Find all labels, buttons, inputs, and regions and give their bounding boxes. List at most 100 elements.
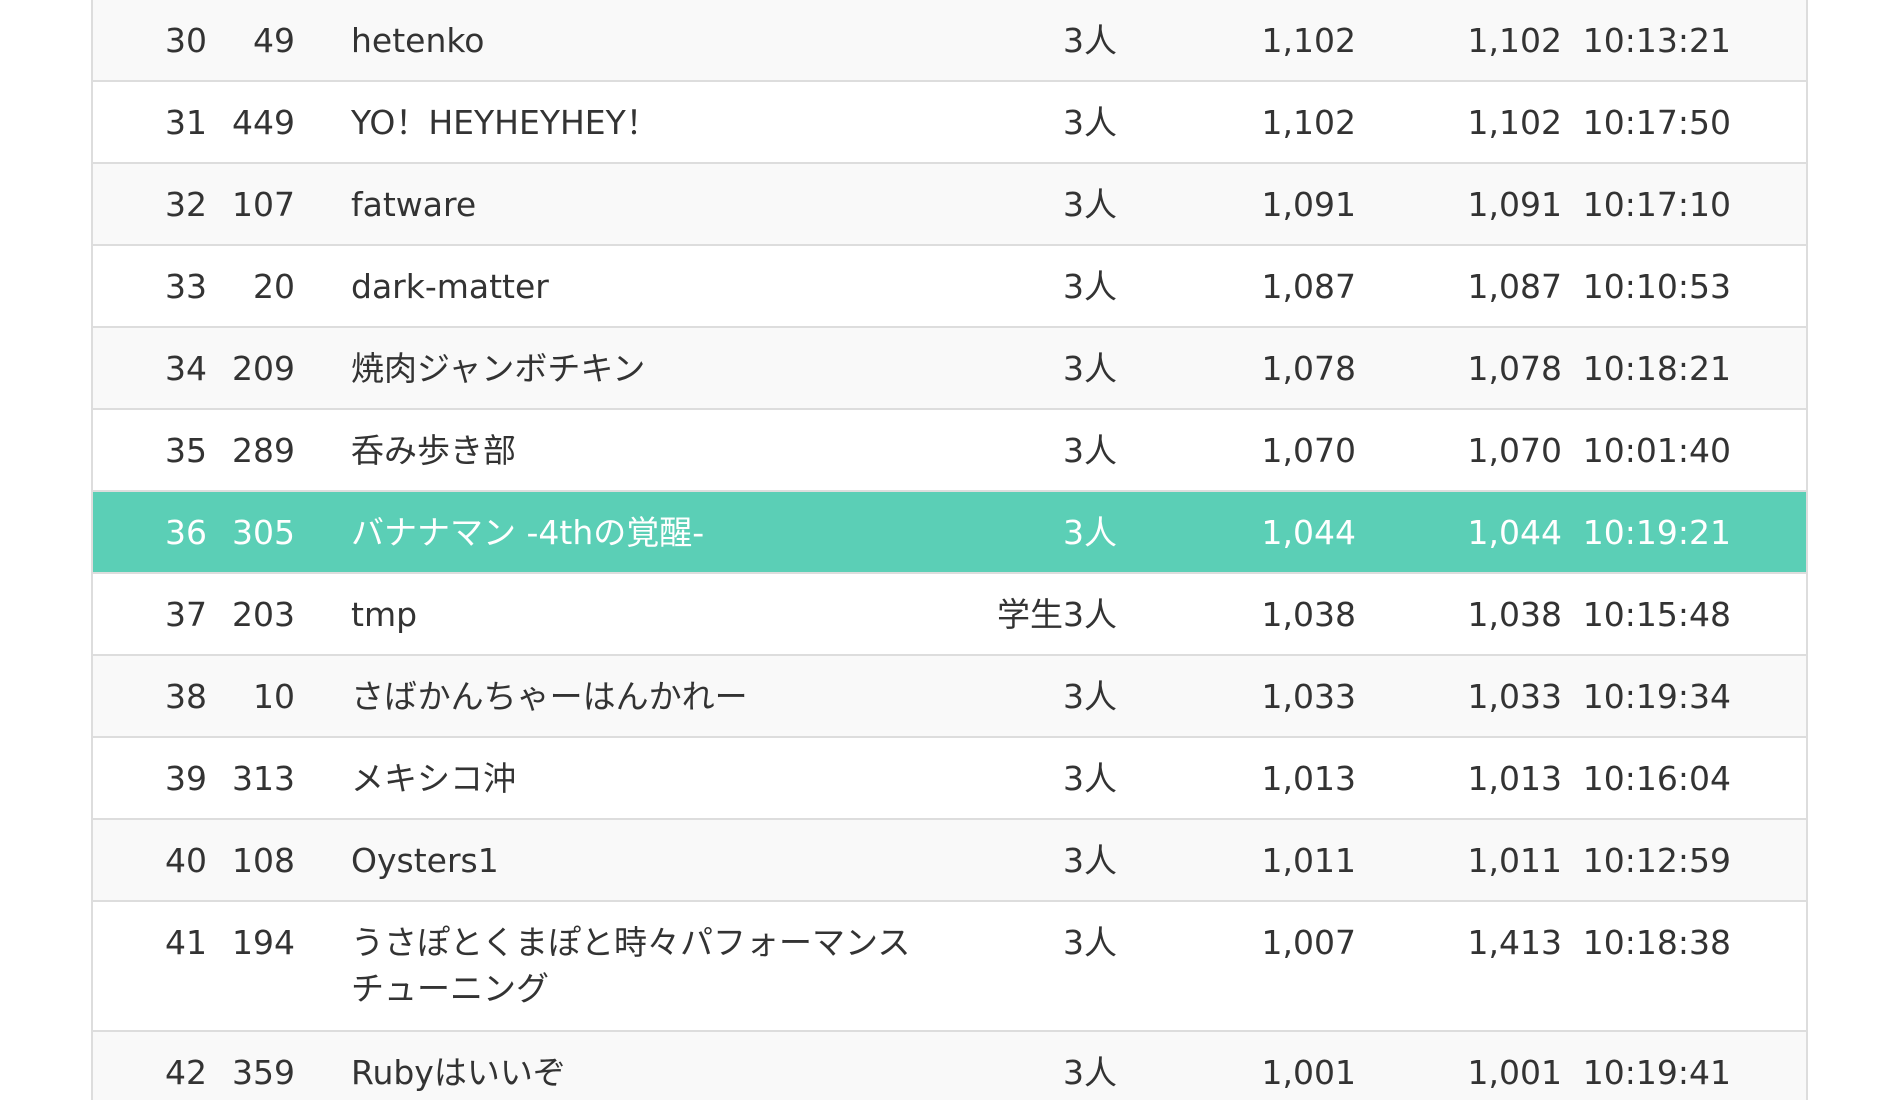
rank-cell: 33 [165,267,207,306]
team-name-cell: tmp [351,595,418,634]
best-score-cell: 1,102 [1467,103,1562,142]
team-id-cell: 108 [232,841,295,880]
time-cell: 10:18:38 [1582,923,1731,962]
members-cell: 3人 [1063,21,1117,60]
team-id-cell: 449 [232,103,295,142]
rank-cell: 41 [165,923,207,962]
best-score-cell: 1,091 [1467,185,1562,224]
team-name-cell: うさぽとくまぽと時々パフォーマンスチューニング [351,923,911,1008]
score-cell: 1,044 [1261,513,1356,552]
time-cell: 10:19:41 [1582,1053,1731,1092]
members-cell: 3人 [1063,185,1117,224]
team-id-cell: 305 [232,513,295,552]
score-cell: 1,011 [1261,841,1356,880]
team-name-cell: 呑み歩き部 [351,431,516,470]
team-id-cell: 49 [253,21,295,60]
best-score-cell: 1,013 [1467,759,1562,798]
score-cell: 1,087 [1261,267,1356,306]
table-row: 34 209 焼肉ジャンボチキン 3人 1,078 1,078 10:18:21 [93,328,1806,410]
team-id-cell: 20 [253,267,295,306]
time-cell: 10:19:34 [1582,677,1731,716]
score-cell: 1,038 [1261,595,1356,634]
score-cell: 1,001 [1261,1053,1356,1092]
best-score-cell: 1,413 [1467,923,1562,962]
team-name-cell: Oysters1 [351,841,499,880]
members-cell: 3人 [1063,677,1117,716]
team-id-cell: 289 [232,431,295,470]
members-cell: 3人 [1063,923,1117,962]
time-cell: 10:17:10 [1582,185,1731,224]
time-cell: 10:15:48 [1582,595,1731,634]
table-row: 42 359 Rubyはいいぞ 3人 1,001 1,001 10:19:41 [93,1032,1806,1100]
table-row: 32 107 fatware 3人 1,091 1,091 10:17:10 [93,164,1806,246]
best-score-cell: 1,102 [1467,21,1562,60]
table-row: 37 203 tmp 学生3人 1,038 1,038 10:15:48 [93,574,1806,656]
table-row: 39 313 メキシコ沖 3人 1,013 1,013 10:16:04 [93,738,1806,820]
best-score-cell: 1,070 [1467,431,1562,470]
team-name-cell: fatware [351,185,477,224]
score-cell: 1,078 [1261,349,1356,388]
table-row: 35 289 呑み歩き部 3人 1,070 1,070 10:01:40 [93,410,1806,492]
members-cell: 3人 [1063,513,1117,552]
team-id-cell: 209 [232,349,295,388]
table-row: 40 108 Oysters1 3人 1,011 1,011 10:12:59 [93,820,1806,902]
rank-cell: 30 [165,21,207,60]
team-name-cell: バナナマン -4thの覚醒- [351,513,705,552]
best-score-cell: 1,078 [1467,349,1562,388]
time-cell: 10:17:50 [1582,103,1731,142]
rank-cell: 38 [165,677,207,716]
score-cell: 1,070 [1261,431,1356,470]
rank-cell: 31 [165,103,207,142]
rank-cell: 32 [165,185,207,224]
table-row: 38 10 さばかんちゃーはんかれー 3人 1,033 1,033 10:19:… [93,656,1806,738]
rank-cell: 36 [165,513,207,552]
time-cell: 10:13:21 [1582,21,1731,60]
score-cell: 1,102 [1261,103,1356,142]
team-id-cell: 313 [232,759,295,798]
time-cell: 10:16:04 [1582,759,1731,798]
score-cell: 1,007 [1261,923,1356,962]
time-cell: 10:10:53 [1582,267,1731,306]
time-cell: 10:01:40 [1582,431,1731,470]
team-name-cell: 焼肉ジャンボチキン [351,349,646,388]
members-cell: 学生3人 [997,595,1117,634]
team-name-cell: メキシコ沖 [351,759,516,798]
team-name-cell: Rubyはいいぞ [351,1053,566,1092]
best-score-cell: 1,044 [1467,513,1562,552]
score-cell: 1,013 [1261,759,1356,798]
members-cell: 3人 [1063,103,1117,142]
team-id-cell: 203 [232,595,295,634]
best-score-cell: 1,033 [1467,677,1562,716]
score-cell: 1,102 [1261,21,1356,60]
rank-cell: 34 [165,349,207,388]
time-cell: 10:19:21 [1582,513,1731,552]
rank-cell: 42 [165,1053,207,1092]
table-row: 41 194 うさぽとくまぽと時々パフォーマンスチューニング 3人 1,007 … [93,902,1806,1032]
time-cell: 10:18:21 [1582,349,1731,388]
table-row: 30 49 hetenko 3人 1,102 1,102 10:13:21 [93,0,1806,82]
rank-cell: 35 [165,431,207,470]
rank-cell: 40 [165,841,207,880]
score-cell: 1,091 [1261,185,1356,224]
best-score-cell: 1,001 [1467,1053,1562,1092]
table-row: 33 20 dark-matter 3人 1,087 1,087 10:10:5… [93,246,1806,328]
team-name-cell: hetenko [351,21,485,60]
rank-cell: 39 [165,759,207,798]
members-cell: 3人 [1063,1053,1117,1092]
team-id-cell: 359 [232,1053,295,1092]
team-name-cell: dark-matter [351,267,549,306]
rank-cell: 37 [165,595,207,634]
best-score-cell: 1,038 [1467,595,1562,634]
best-score-cell: 1,087 [1467,267,1562,306]
team-id-cell: 194 [232,923,295,962]
team-name-cell: さばかんちゃーはんかれー [351,677,748,716]
team-id-cell: 10 [253,677,295,716]
members-cell: 3人 [1063,431,1117,470]
team-name-cell: YO！HEYHEYHEY！ [351,103,659,142]
leaderboard-table: 30 49 hetenko 3人 1,102 1,102 10:13:21 31… [91,0,1808,1100]
table-row-highlighted: 36 305 バナナマン -4thの覚醒- 3人 1,044 1,044 10:… [93,492,1806,574]
members-cell: 3人 [1063,267,1117,306]
table-row: 31 449 YO！HEYHEYHEY！ 3人 1,102 1,102 10:1… [93,82,1806,164]
best-score-cell: 1,011 [1467,841,1562,880]
members-cell: 3人 [1063,841,1117,880]
